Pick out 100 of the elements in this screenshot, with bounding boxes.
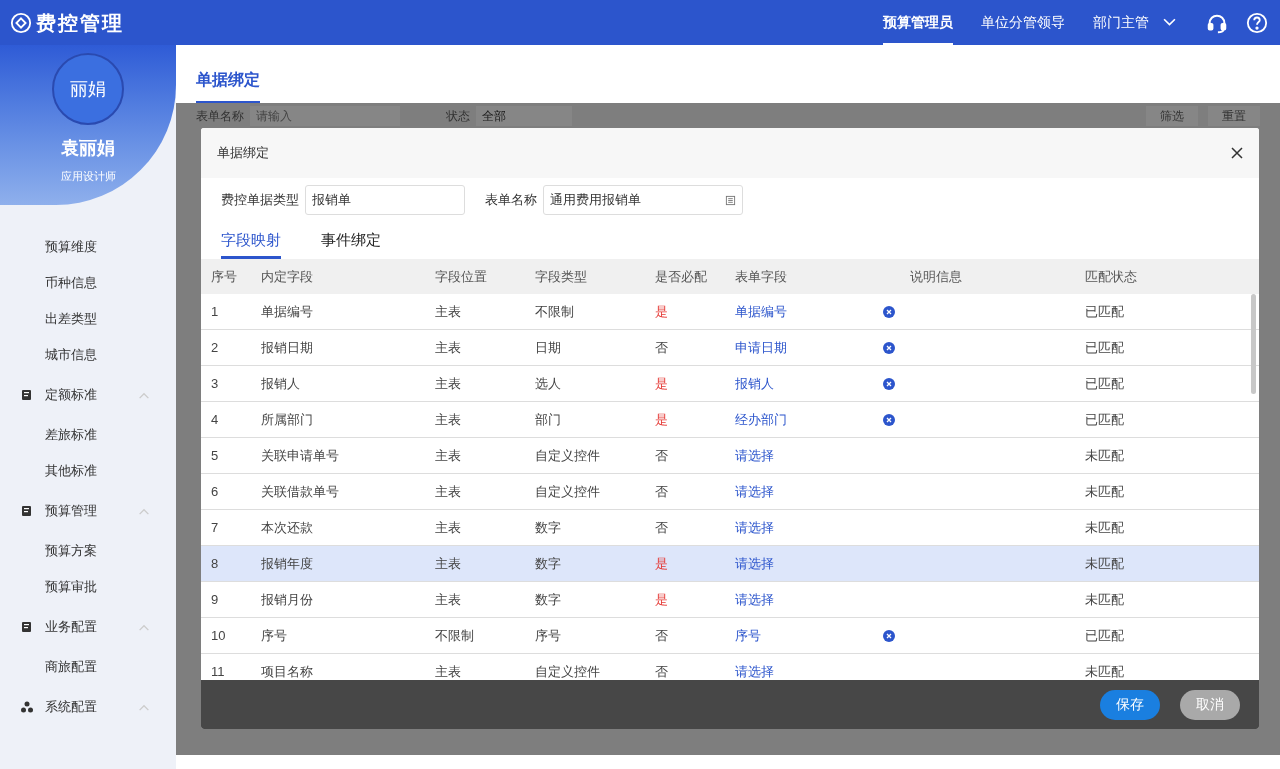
table-cell: 已匹配 [1085,339,1124,355]
role-tab[interactable]: 预算管理员 [883,0,953,45]
column-header: 表单字段 [735,268,787,284]
table-cell: 未匹配 [1085,483,1124,499]
dialog-tab[interactable]: 事件绑定 [321,225,381,259]
clear-icon[interactable] [883,377,895,390]
menu-group[interactable]: 业务配置 [45,617,97,637]
table-cell: 序号 [261,627,287,643]
table-row[interactable]: 8 报销年度 主表 数字 是 请选择 未匹配 [201,546,1259,582]
menu-item[interactable]: 其他标准 [0,453,176,489]
clear-icon[interactable] [883,305,895,318]
app-title: 费控管理 [36,10,124,36]
menu-group[interactable]: 预算管理 [45,501,97,521]
form-field-link[interactable]: 请选择 [735,589,883,610]
document-icon [21,389,33,401]
menu-item[interactable]: 预算维度 [0,229,176,265]
form-icon [725,194,736,206]
menu-item[interactable]: 币种信息 [0,265,176,301]
menu-group[interactable]: 定额标准 [45,385,97,405]
column-header: 说明信息 [910,268,962,284]
table-cell: 否 [655,483,668,499]
field-label: 表单名称 [485,191,537,210]
table-cell: 未匹配 [1085,447,1124,463]
menu-item[interactable]: 差旅标准 [0,417,176,453]
field-label: 费控单据类型 [221,191,299,210]
table-cell: 否 [655,663,668,679]
form-field-link[interactable]: 请选择 [735,481,883,502]
chevron-up-icon [138,623,150,631]
table-cell: 不限制 [535,303,574,319]
menu-group[interactable]: 系统配置 [45,697,97,717]
role-tab[interactable]: 单位分管领导 [981,0,1065,45]
help-icon[interactable] [1246,11,1268,34]
user-name: 袁丽娟 [61,137,115,160]
table-cell: 8 [211,555,219,571]
close-icon[interactable] [1231,147,1243,159]
form-field-link[interactable]: 单据编号 [735,301,883,322]
table-cell: 部门 [535,411,561,427]
table-cell: 主表 [435,483,461,499]
chevron-up-icon [138,703,150,711]
logo-icon [10,11,32,34]
form-field-link[interactable]: 报销人 [735,373,883,394]
table-cell: 已匹配 [1085,411,1124,427]
document-icon [21,621,33,633]
dialog-title: 单据绑定 [217,144,269,163]
table-cell: 本次还款 [261,519,313,535]
form-field-link[interactable]: 经办部门 [735,409,883,430]
menu-item[interactable]: 预算审批 [0,569,176,605]
table-cell: 报销日期 [261,339,313,355]
filter-button[interactable]: 重置 [1208,105,1260,126]
table-cell: 主表 [435,447,461,463]
menu-item[interactable]: 商旅配置 [0,649,176,685]
filter-button[interactable]: 筛选 [1146,105,1198,126]
table-cell: 主表 [435,663,461,679]
form-field-link[interactable]: 申请日期 [735,337,883,358]
form-field-link[interactable]: 请选择 [735,445,883,466]
column-header: 字段位置 [435,268,487,284]
type-field[interactable]: 报销单 [305,185,465,215]
table-cell: 选人 [535,375,561,391]
filter-label: 状态 [446,107,470,125]
table-cell: 否 [655,447,668,463]
table-cell: 5 [211,447,219,463]
table-cell: 1 [211,303,219,319]
scrollbar[interactable] [1251,294,1256,394]
form-field-link[interactable]: 请选择 [735,661,883,680]
save-button[interactable]: 保存 [1100,689,1160,720]
status-filter-field[interactable]: 全部 [476,105,572,126]
role-tab[interactable]: 部门主管 [1093,0,1149,45]
menu-item[interactable]: 预算方案 [0,533,176,569]
table-cell: 4 [211,411,219,427]
chevron-down-icon [1163,18,1176,27]
clear-icon[interactable] [883,629,895,642]
table-cell: 主表 [435,303,461,319]
table-cell: 主表 [435,519,461,535]
table-cell: 已匹配 [1085,627,1124,643]
clear-icon[interactable] [883,413,895,426]
table-cell: 报销人 [261,375,300,391]
form-field-link[interactable]: 请选择 [735,517,883,538]
table-cell: 10 [211,627,226,643]
column-header: 是否必配 [655,268,707,284]
form-field-link[interactable]: 序号 [735,625,883,646]
table-cell: 主表 [435,591,461,607]
table-cell: 是 [655,411,668,427]
table-cell: 6 [211,483,219,499]
menu-item[interactable]: 城市信息 [0,337,176,373]
form-field-link[interactable]: 请选择 [735,553,883,574]
menu-item[interactable]: 出差类型 [0,301,176,337]
document-icon [21,505,33,517]
table-cell: 未匹配 [1085,519,1124,535]
table-cell: 自定义控件 [535,483,600,499]
table-cell: 否 [655,627,668,643]
name-filter-field[interactable]: 请输入 [250,105,400,126]
chevron-up-icon [138,507,150,515]
table-cell: 关联借款单号 [261,483,339,499]
nodes-icon [21,701,33,713]
clear-icon[interactable] [883,341,895,354]
filter-label: 表单名称 [196,107,244,125]
chevron-up-icon [138,391,150,399]
table-cell: 否 [655,339,668,355]
table-cell: 是 [655,375,668,391]
form-picker-field[interactable]: 通用费用报销单 [543,185,743,215]
